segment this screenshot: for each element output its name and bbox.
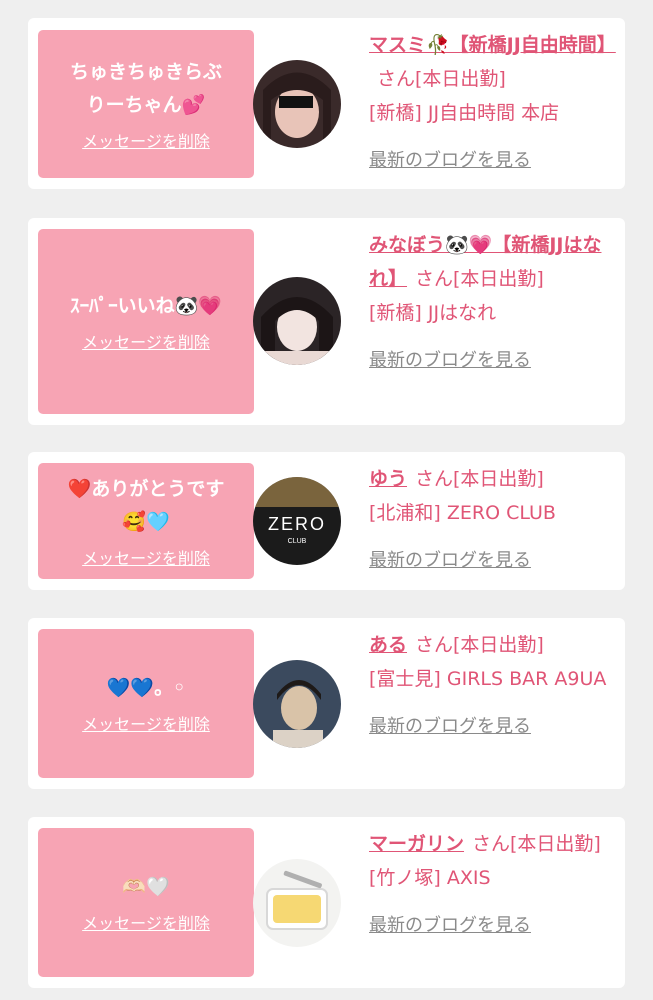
cast-info: ある さん[本日出勤] [富士見] GIRLS BAR A9UA 最新のブログを見… (369, 628, 617, 744)
cast-info: マスミ🥀【新橋JJ自由時間】さん[本日出勤] [新橋] JJ自由時間 本店 最新… (369, 28, 617, 178)
avatar[interactable]: ZERO CLUB (253, 477, 341, 565)
avatar[interactable] (253, 60, 341, 148)
message-card: 🫶🏻🤍 メッセージを削除 マーガリン さん[本日出勤] [竹ノ塚] AXIS 最新… (28, 817, 625, 988)
message-card: ちゅきちゅきらぶ りーちゃん💕 メッセージを削除 マスミ🥀【新橋JJ自由時間】さ… (28, 18, 625, 189)
message-bubble: 🫶🏻🤍 メッセージを削除 (38, 828, 263, 977)
latest-blog-link[interactable]: 最新のブログを見る (369, 909, 617, 943)
cast-status: さん[本日出勤] (472, 833, 601, 855)
shop-name: [富士見] GIRLS BAR A9UA (369, 668, 607, 690)
delete-message-link[interactable]: メッセージを削除 (82, 132, 210, 152)
cast-status: さん[本日出勤] (415, 468, 544, 490)
latest-blog-link[interactable]: 最新のブログを見る (369, 710, 617, 744)
shop-name: [竹ノ塚] AXIS (369, 867, 491, 889)
avatar[interactable] (253, 277, 341, 365)
message-text: ｽｰﾊﾟｰいいね🐼💗 (70, 295, 222, 317)
cast-name-link[interactable]: マスミ🥀【新橋JJ自由時間】 (369, 34, 616, 56)
latest-blog-link[interactable]: 最新のブログを見る (369, 144, 617, 178)
message-bubble: ちゅきちゅきらぶ りーちゃん💕 メッセージを削除 (38, 30, 263, 178)
avatar[interactable] (253, 859, 341, 947)
message-card: ❤️ありがとうです 🥰🩵 メッセージを削除 ZERO CLUB ゆう さん[本日出… (28, 452, 625, 590)
shop-name: [北浦和] ZERO CLUB (369, 502, 556, 524)
message-card: ｽｰﾊﾟｰいいね🐼💗 メッセージを削除 みなぼう🐼💗【新橋JJはなれ】 さん[本日… (28, 218, 625, 425)
cast-info: みなぼう🐼💗【新橋JJはなれ】 さん[本日出勤] [新橋] JJはなれ 最新のブロ… (369, 228, 617, 378)
cast-name-link[interactable]: マーガリン (369, 833, 464, 855)
cast-name-link[interactable]: ゆう (369, 468, 407, 490)
cast-name-link[interactable]: ある (369, 634, 407, 656)
delete-message-link[interactable]: メッセージを削除 (82, 549, 210, 569)
message-text: ❤️ありがとうです 🥰🩵 (67, 478, 225, 533)
cast-info: ゆう さん[本日出勤] [北浦和] ZERO CLUB 最新のブログを見る (369, 462, 617, 578)
message-bubble: ｽｰﾊﾟｰいいね🐼💗 メッセージを削除 (38, 229, 263, 414)
delete-message-link[interactable]: メッセージを削除 (82, 914, 210, 934)
message-list: ちゅきちゅきらぶ りーちゃん💕 メッセージを削除 マスミ🥀【新橋JJ自由時間】さ… (0, 0, 653, 1000)
cast-status: さん[本日出勤] (377, 68, 506, 90)
message-text: 🫶🏻🤍 (122, 876, 170, 898)
club-logo-text: CLUB (288, 538, 307, 545)
message-bubble: 💙💙。◦ メッセージを削除 (38, 629, 263, 778)
message-bubble: ❤️ありがとうです 🥰🩵 メッセージを削除 (38, 463, 263, 579)
cast-status: さん[本日出勤] (415, 268, 544, 290)
zero-logo-text: ZERO (268, 514, 326, 534)
latest-blog-link[interactable]: 最新のブログを見る (369, 344, 617, 378)
cast-info: マーガリン さん[本日出勤] [竹ノ塚] AXIS 最新のブログを見る (369, 827, 617, 943)
delete-message-link[interactable]: メッセージを削除 (82, 715, 210, 735)
cast-status: さん[本日出勤] (415, 634, 544, 656)
message-card: 💙💙。◦ メッセージを削除 ある さん[本日出勤] [富士見] GIRLS BAR… (28, 618, 625, 789)
latest-blog-link[interactable]: 最新のブログを見る (369, 544, 617, 578)
message-text: 💙💙。◦ (106, 677, 186, 699)
shop-name: [新橋] JJ自由時間 本店 (369, 102, 560, 124)
message-text: ちゅきちゅきらぶ りーちゃん💕 (69, 61, 222, 116)
shop-name: [新橋] JJはなれ (369, 302, 497, 324)
delete-message-link[interactable]: メッセージを削除 (82, 333, 210, 353)
avatar[interactable] (253, 660, 341, 748)
